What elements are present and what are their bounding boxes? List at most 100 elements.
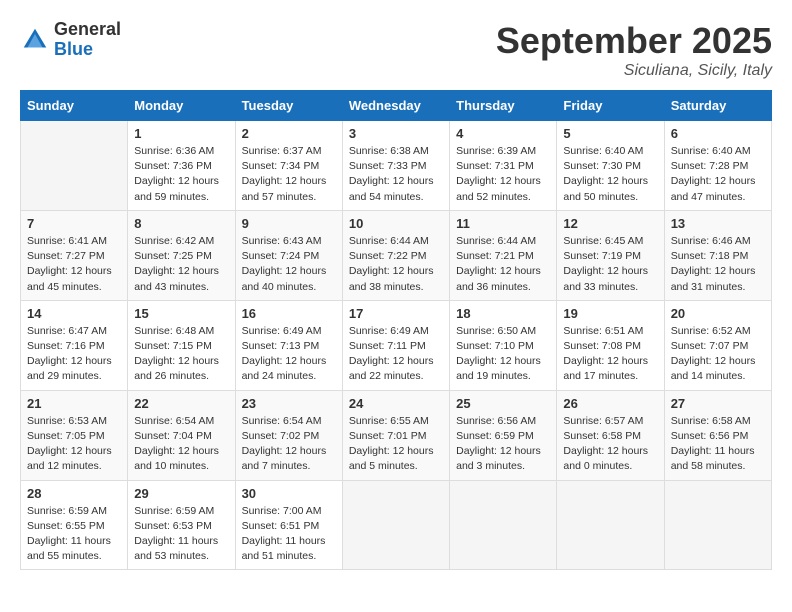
day-info: Sunrise: 6:57 AMSunset: 6:58 PMDaylight:… <box>563 414 657 475</box>
day-number: 7 <box>27 216 121 231</box>
calendar-cell: 20 Sunrise: 6:52 AMSunset: 7:07 PMDayligh… <box>664 300 771 390</box>
day-number: 30 <box>242 486 336 501</box>
day-info: Sunrise: 6:53 AMSunset: 7:05 PMDaylight:… <box>27 414 121 475</box>
day-info: Sunrise: 6:43 AMSunset: 7:24 PMDaylight:… <box>242 234 336 295</box>
calendar-cell: 28Sunrise: 6:59 AMSunset: 6:55 PMDayligh… <box>21 480 128 570</box>
page-header: General Blue September 2025 Siculiana, S… <box>20 20 772 80</box>
calendar-cell: 5Sunrise: 6:40 AMSunset: 7:30 PMDaylight… <box>557 121 664 211</box>
day-info: Sunrise: 6:47 AMSunset: 7:16 PMDaylight:… <box>27 324 121 385</box>
day-number: 19 <box>563 306 657 321</box>
day-number: 21 <box>27 396 121 411</box>
calendar-cell: 1 Sunrise: 6:36 AMSunset: 7:36 PMDaylight… <box>128 121 235 211</box>
day-number: 25 <box>456 396 550 411</box>
day-info: Sunrise: 6:59 AMSunset: 6:53 PMDaylight:… <box>134 504 228 565</box>
calendar-cell: 27 Sunrise: 6:58 AMSunset: 6:56 PMDayligh… <box>664 390 771 480</box>
calendar-cell: 30 Sunrise: 7:00 AMSunset: 6:51 PMDayligh… <box>235 480 342 570</box>
day-info: Sunrise: 6:38 AMSunset: 7:33 PMDaylight:… <box>349 144 443 205</box>
logo-general-text: General <box>54 20 121 40</box>
calendar-cell: 6 Sunrise: 6:40 AMSunset: 7:28 PMDaylight… <box>664 121 771 211</box>
day-info: Sunrise: 6:54 AMSunset: 7:04 PMDaylight:… <box>134 414 228 475</box>
day-number: 1 <box>134 126 228 141</box>
day-info: Sunrise: 6:39 AMSunset: 7:31 PMDaylight:… <box>456 144 550 205</box>
weekday-header-saturday: Saturday <box>664 91 771 121</box>
week-row-3: 14 Sunrise: 6:47 AMSunset: 7:16 PMDayligh… <box>21 300 772 390</box>
day-number: 12 <box>563 216 657 231</box>
day-info: Sunrise: 6:41 AMSunset: 7:27 PMDaylight:… <box>27 234 121 295</box>
day-number: 27 <box>671 396 765 411</box>
calendar-cell: 8Sunrise: 6:42 AMSunset: 7:25 PMDaylight… <box>128 210 235 300</box>
day-info: Sunrise: 6:48 AMSunset: 7:15 PMDaylight:… <box>134 324 228 385</box>
calendar-cell: 22Sunrise: 6:54 AMSunset: 7:04 PMDayligh… <box>128 390 235 480</box>
day-info: Sunrise: 6:55 AMSunset: 7:01 PMDaylight:… <box>349 414 443 475</box>
month-title: September 2025 <box>496 20 772 62</box>
weekday-header-wednesday: Wednesday <box>342 91 449 121</box>
calendar-table: SundayMondayTuesdayWednesdayThursdayFrid… <box>20 90 772 570</box>
day-info: Sunrise: 6:51 AMSunset: 7:08 PMDaylight:… <box>563 324 657 385</box>
day-number: 6 <box>671 126 765 141</box>
day-info: Sunrise: 6:49 AMSunset: 7:13 PMDaylight:… <box>242 324 336 385</box>
calendar-cell: 19 Sunrise: 6:51 AMSunset: 7:08 PMDayligh… <box>557 300 664 390</box>
calendar-cell: 9Sunrise: 6:43 AMSunset: 7:24 PMDaylight… <box>235 210 342 300</box>
day-info: Sunrise: 6:37 AMSunset: 7:34 PMDaylight:… <box>242 144 336 205</box>
calendar-cell <box>342 480 449 570</box>
week-row-1: 1 Sunrise: 6:36 AMSunset: 7:36 PMDaylight… <box>21 121 772 211</box>
day-info: Sunrise: 6:45 AMSunset: 7:19 PMDaylight:… <box>563 234 657 295</box>
logo-blue-text: Blue <box>54 40 121 60</box>
weekday-header-friday: Friday <box>557 91 664 121</box>
calendar-cell: 14 Sunrise: 6:47 AMSunset: 7:16 PMDayligh… <box>21 300 128 390</box>
day-number: 11 <box>456 216 550 231</box>
day-number: 20 <box>671 306 765 321</box>
day-number: 17 <box>349 306 443 321</box>
day-info: Sunrise: 6:50 AMSunset: 7:10 PMDaylight:… <box>456 324 550 385</box>
logo: General Blue <box>20 20 121 60</box>
day-info: Sunrise: 6:58 AMSunset: 6:56 PMDaylight:… <box>671 414 765 475</box>
calendar-cell <box>21 121 128 211</box>
calendar-cell: 23 Sunrise: 6:54 AMSunset: 7:02 PMDayligh… <box>235 390 342 480</box>
calendar-cell: 12 Sunrise: 6:45 AMSunset: 7:19 PMDayligh… <box>557 210 664 300</box>
week-row-5: 28Sunrise: 6:59 AMSunset: 6:55 PMDayligh… <box>21 480 772 570</box>
day-info: Sunrise: 6:52 AMSunset: 7:07 PMDaylight:… <box>671 324 765 385</box>
calendar-cell: 10 Sunrise: 6:44 AMSunset: 7:22 PMDayligh… <box>342 210 449 300</box>
logo-icon <box>20 25 50 55</box>
day-number: 14 <box>27 306 121 321</box>
day-number: 3 <box>349 126 443 141</box>
day-number: 5 <box>563 126 657 141</box>
day-info: Sunrise: 6:59 AMSunset: 6:55 PMDaylight:… <box>27 504 121 565</box>
day-number: 16 <box>242 306 336 321</box>
calendar-cell: 15 Sunrise: 6:48 AMSunset: 7:15 PMDayligh… <box>128 300 235 390</box>
location: Siculiana, Sicily, Italy <box>496 62 772 80</box>
week-row-2: 7 Sunrise: 6:41 AMSunset: 7:27 PMDaylight… <box>21 210 772 300</box>
day-number: 2 <box>242 126 336 141</box>
calendar-cell: 21 Sunrise: 6:53 AMSunset: 7:05 PMDayligh… <box>21 390 128 480</box>
calendar-cell: 3 Sunrise: 6:38 AMSunset: 7:33 PMDaylight… <box>342 121 449 211</box>
calendar-cell: 7 Sunrise: 6:41 AMSunset: 7:27 PMDaylight… <box>21 210 128 300</box>
day-info: Sunrise: 6:44 AMSunset: 7:22 PMDaylight:… <box>349 234 443 295</box>
calendar-cell <box>450 480 557 570</box>
title-block: September 2025 Siculiana, Sicily, Italy <box>496 20 772 80</box>
day-info: Sunrise: 6:40 AMSunset: 7:28 PMDaylight:… <box>671 144 765 205</box>
calendar-cell <box>557 480 664 570</box>
week-row-4: 21 Sunrise: 6:53 AMSunset: 7:05 PMDayligh… <box>21 390 772 480</box>
calendar-cell: 11Sunrise: 6:44 AMSunset: 7:21 PMDayligh… <box>450 210 557 300</box>
day-info: Sunrise: 7:00 AMSunset: 6:51 PMDaylight:… <box>242 504 336 565</box>
day-info: Sunrise: 6:54 AMSunset: 7:02 PMDaylight:… <box>242 414 336 475</box>
day-number: 13 <box>671 216 765 231</box>
day-number: 4 <box>456 126 550 141</box>
calendar-cell <box>664 480 771 570</box>
day-number: 10 <box>349 216 443 231</box>
calendar-cell: 17Sunrise: 6:49 AMSunset: 7:11 PMDayligh… <box>342 300 449 390</box>
logo-text: General Blue <box>54 20 121 60</box>
day-number: 24 <box>349 396 443 411</box>
day-info: Sunrise: 6:36 AMSunset: 7:36 PMDaylight:… <box>134 144 228 205</box>
calendar-cell: 4 Sunrise: 6:39 AMSunset: 7:31 PMDaylight… <box>450 121 557 211</box>
day-number: 15 <box>134 306 228 321</box>
day-info: Sunrise: 6:42 AMSunset: 7:25 PMDaylight:… <box>134 234 228 295</box>
calendar-cell: 2 Sunrise: 6:37 AMSunset: 7:34 PMDaylight… <box>235 121 342 211</box>
weekday-header-thursday: Thursday <box>450 91 557 121</box>
day-info: Sunrise: 6:46 AMSunset: 7:18 PMDaylight:… <box>671 234 765 295</box>
day-number: 23 <box>242 396 336 411</box>
calendar-cell: 29Sunrise: 6:59 AMSunset: 6:53 PMDayligh… <box>128 480 235 570</box>
day-number: 18 <box>456 306 550 321</box>
calendar-cell: 25Sunrise: 6:56 AMSunset: 6:59 PMDayligh… <box>450 390 557 480</box>
calendar-cell: 16 Sunrise: 6:49 AMSunset: 7:13 PMDayligh… <box>235 300 342 390</box>
